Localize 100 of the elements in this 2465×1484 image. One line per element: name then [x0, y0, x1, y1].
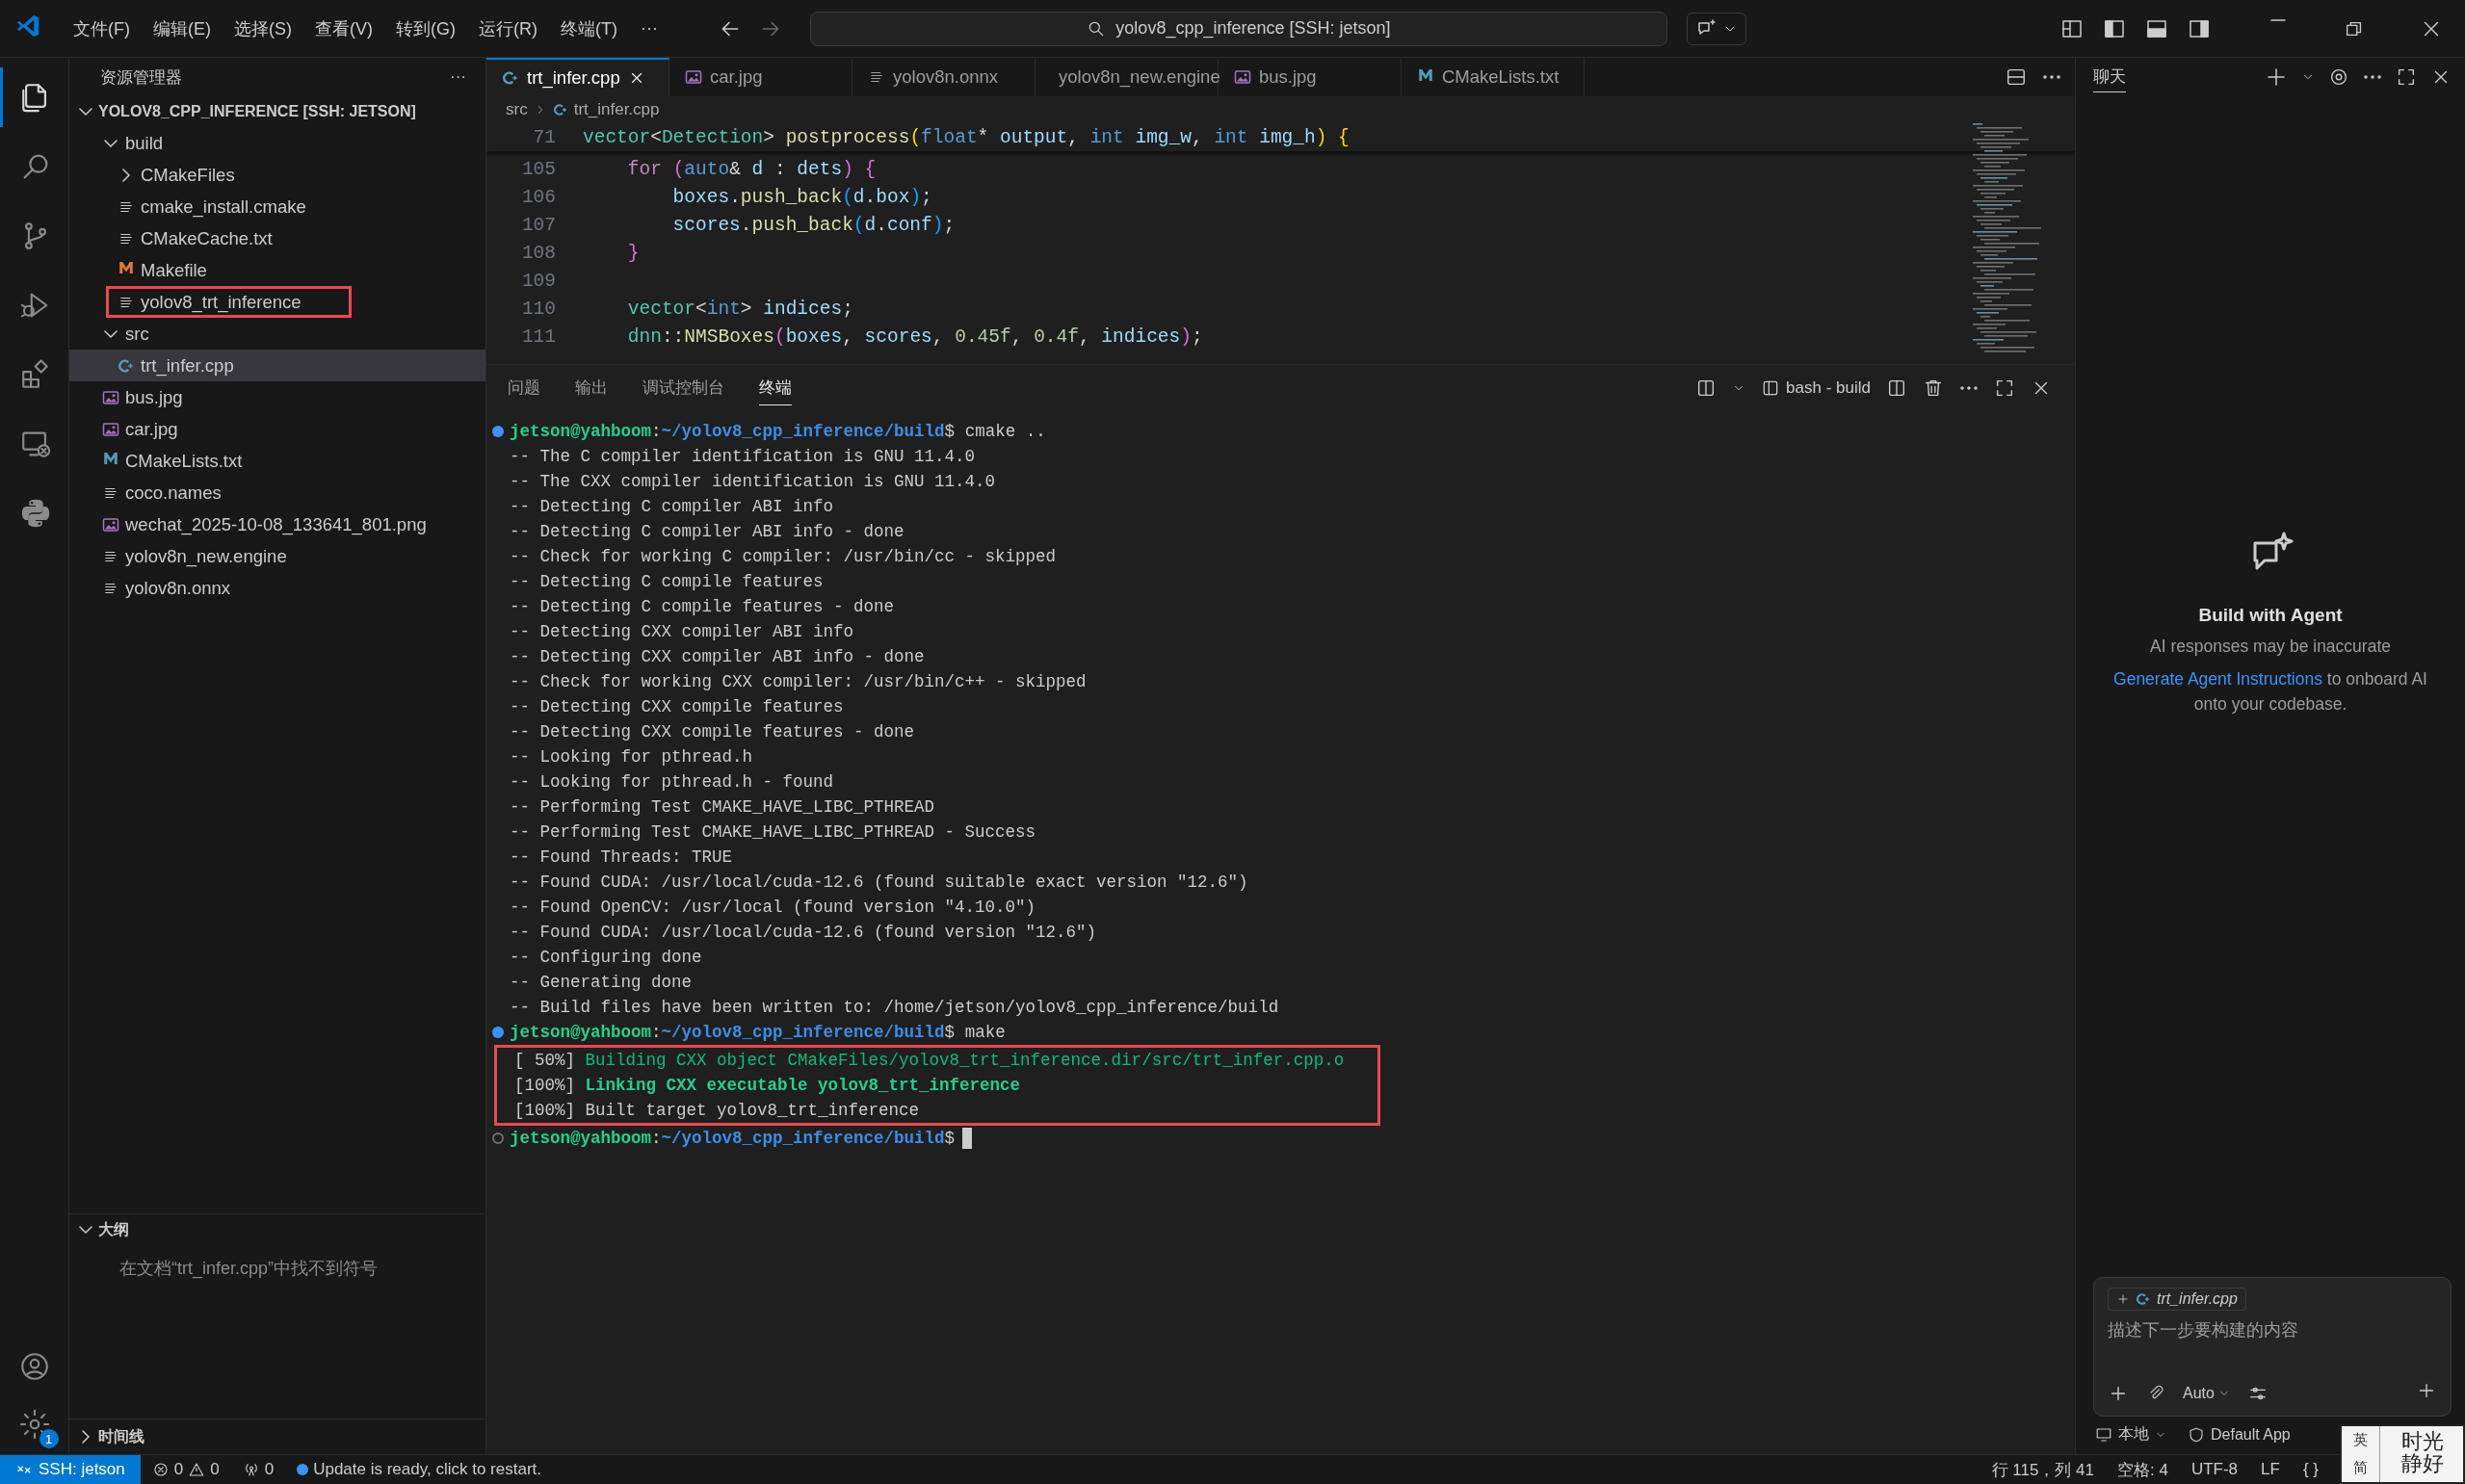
plus-icon — [2265, 65, 2288, 89]
disclaimer-text: AI responses may be inaccurate — [2149, 636, 2392, 658]
file-item[interactable]: car.jpg — [69, 413, 485, 445]
more-actions-button[interactable]: ··· — [450, 67, 466, 87]
ime-mode: 英 — [2353, 1431, 2368, 1449]
code-line: for (auto& d : dets) { — [626, 158, 877, 180]
file-item[interactable]: yolov8n.onnx — [69, 572, 485, 604]
ports-indicator[interactable]: 0 — [230, 1460, 286, 1479]
menu-item[interactable]: 运行(R) — [469, 13, 547, 44]
terminal-line: -- Check for working C compiler: /usr/bin/cc - skipped — [510, 547, 1057, 566]
menu-item[interactable]: 文件(F) — [64, 13, 140, 44]
terminal-prompt: jetson@yahboom:~/yolov8_cpp_inference/build$ cmake .. — [510, 422, 1046, 441]
image-file-icon — [685, 68, 702, 86]
chevron-down-icon — [79, 1226, 92, 1234]
timeline-header[interactable]: 时间线 — [69, 1421, 144, 1452]
folder-item[interactable]: build — [69, 127, 485, 159]
sticky-code-line: vector<Detection> postprocess(float* output, int img_w, int img_h) { — [583, 126, 1350, 148]
file-item[interactable]: bus.jpg — [69, 381, 485, 413]
terminal-line: [ 50%] Building CXX object CMakeFiles/yolov8_trt_inference.dir/src/trt_infer.cpp.o — [514, 1051, 1345, 1070]
mode-dropdown[interactable]: Auto — [2183, 1384, 2230, 1402]
file-item[interactable]: coco.names — [69, 477, 485, 508]
context-file-chip[interactable]: trt_infer.cpp — [2108, 1288, 2246, 1311]
cpp-file-icon — [2136, 1291, 2151, 1307]
menu-item[interactable]: 查看(V) — [305, 13, 382, 44]
update-notification[interactable]: Update is ready, click to restart. — [285, 1460, 553, 1479]
panel-tab[interactable]: 终端 — [759, 371, 792, 405]
file-item[interactable]: CMakeLists.txt — [69, 445, 485, 477]
line-number: 111 — [520, 325, 557, 348]
file-item[interactable]: trt_infer.cpp — [69, 350, 485, 381]
panel-tab[interactable]: 调试控制台 — [642, 371, 724, 405]
panel-tab[interactable]: 问题 — [508, 371, 540, 405]
code-line: vector<int> indices; — [626, 298, 853, 320]
chat-input[interactable]: trt_infer.cpp 描述下一步要构建的内容 Auto — [2093, 1277, 2452, 1417]
terminal-line: -- Found OpenCV: /usr/local (found version "4.10.0") — [510, 898, 1036, 917]
terminal-selector[interactable]: bash - build — [1761, 378, 1871, 398]
onboarding-hint: Generate Agent Instructions to onboard AI onto your codebase. — [2112, 668, 2428, 716]
editor-tab[interactable]: car.jpg — [669, 58, 852, 96]
menu-item[interactable]: 终端(T) — [551, 13, 627, 44]
warning-icon — [188, 1461, 206, 1478]
problems-indicator[interactable]: 0 0 — [140, 1460, 231, 1479]
chevron-right-icon — [122, 168, 130, 182]
file-item[interactable]: Makefile — [69, 254, 485, 286]
file-item[interactable]: yolov8n_new.engine — [69, 540, 485, 572]
chevron-down-icon — [79, 108, 92, 116]
menu-item[interactable]: 编辑(E) — [144, 13, 221, 44]
terminal-line: -- Detecting CXX compile features - done — [510, 722, 915, 742]
cursor-position[interactable]: 行 115，列 41 — [1980, 1458, 2106, 1481]
breadcrumb-item[interactable]: src — [506, 100, 528, 119]
editor-tab[interactable]: CMakeLists.txt — [1402, 58, 1585, 96]
image-file-icon — [102, 515, 119, 534]
line-ending[interactable]: LF — [2249, 1460, 2292, 1479]
terminal-line: -- Detecting CXX compiler ABI info — [510, 622, 854, 641]
file-item[interactable]: cmake_install.cmake — [69, 191, 485, 222]
editor-tab[interactable]: trt_infer.cpp — [486, 58, 669, 96]
file-item[interactable]: yolov8_trt_inference — [69, 286, 485, 318]
approvals-dropdown[interactable]: Default App — [2188, 1424, 2291, 1445]
file-item[interactable]: CMakeCache.txt — [69, 222, 485, 254]
editor-tab[interactable]: yolov8n_new.engine — [1036, 58, 1219, 96]
more-menu[interactable]: ··· — [630, 14, 668, 42]
chat-tab[interactable]: 聊天 — [2093, 62, 2126, 92]
encoding[interactable]: UTF-8 — [2179, 1460, 2250, 1479]
remote-indicator[interactable]: SSH: jetson — [0, 1455, 141, 1484]
command-center[interactable]: yolov8_cpp_inference [SSH: jetson] — [809, 11, 1667, 46]
editor-tab[interactable]: yolov8n.onnx — [852, 58, 1036, 96]
agent-instructions-link[interactable]: Generate Agent Instructions — [2113, 669, 2322, 689]
terminal-line: [100%] Linking CXX executable yolov8_trt_inference — [514, 1076, 1021, 1095]
line-number: 106 — [520, 186, 557, 208]
ime-widget[interactable]: 英 简 时光静好 — [2340, 1424, 2465, 1484]
folder-item[interactable]: src — [69, 318, 485, 350]
terminal-line: -- Performing Test CMAKE_HAVE_LIBC_PTHREAD - Success — [510, 822, 1036, 842]
monitor-icon — [2095, 1425, 2112, 1444]
minimize-icon — [2268, 17, 2288, 22]
terminal-line: -- Found Threads: TRUE — [510, 847, 733, 867]
terminal-line: -- Configuring done — [510, 948, 702, 967]
chat-menu-button[interactable] — [1686, 12, 1746, 45]
line-number: 108 — [520, 242, 557, 264]
more-icon — [2363, 75, 2382, 79]
error-icon — [151, 1461, 170, 1478]
terminal-line: -- Looking for pthread.h - found — [510, 772, 834, 792]
menu-item[interactable]: 转到(G) — [386, 13, 465, 44]
line-number: 109 — [520, 270, 557, 292]
panel-tab[interactable]: 输出 — [575, 371, 608, 405]
breadcrumb-item[interactable]: trt_infer.cpp — [573, 100, 660, 119]
outline-header[interactable]: 大纲 — [69, 1214, 485, 1245]
folder-item[interactable]: CMakeFiles — [69, 159, 485, 191]
editor-tab[interactable]: bus.jpg — [1219, 58, 1402, 96]
target-dropdown[interactable]: 本地 — [2095, 1424, 2166, 1445]
terminal-line: -- Found CUDA: /usr/local/cuda-12.6 (found version "12.6") — [510, 923, 1097, 942]
ime-skin-text: 时光静好 — [2400, 1428, 2445, 1478]
sidebar-title: 资源管理器 — [100, 66, 182, 89]
notification-badge: 1 — [39, 1429, 59, 1448]
image-file-icon — [102, 388, 119, 406]
menu-item[interactable]: 选择(S) — [224, 13, 302, 44]
image-file-icon — [1234, 68, 1251, 86]
plus-icon — [2116, 1292, 2130, 1306]
indentation[interactable]: 空格: 4 — [2106, 1458, 2180, 1481]
language-mode[interactable]: { } — [2291, 1460, 2330, 1479]
workspace-root[interactable]: YOLOV8_CPP_INFERENCE [SSH: JETSON] — [69, 96, 485, 127]
file-item[interactable]: wechat_2025-10-08_133641_801.png — [69, 508, 485, 540]
maximize-icon — [1994, 378, 2015, 399]
